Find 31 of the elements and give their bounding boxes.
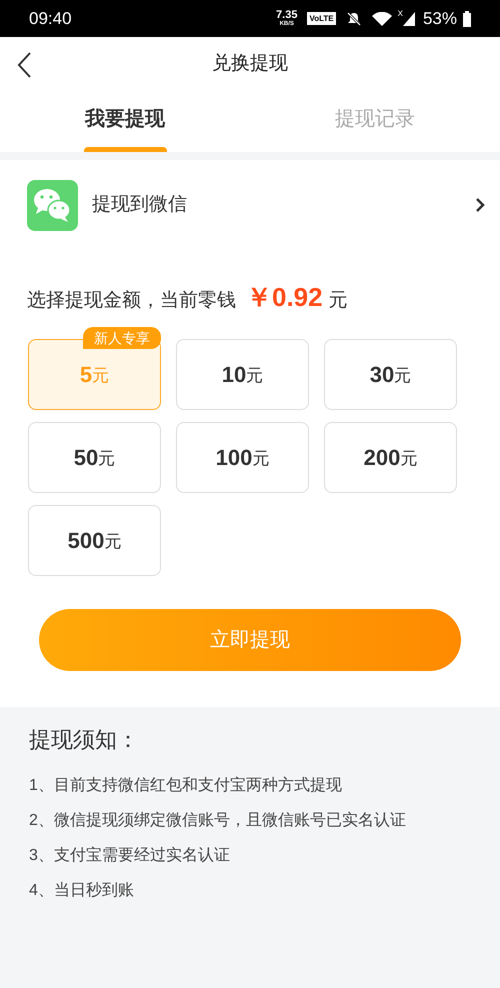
note-item: 3、支付宝需要经过实名认证 xyxy=(29,846,231,866)
chat-bubbles-icon xyxy=(27,180,78,230)
note-item: 2、微信提现须绑定微信账号，且微信账号已实名认证 xyxy=(29,810,407,831)
amount-option[interactable]: 500元 xyxy=(28,505,161,576)
signal-mark: X xyxy=(398,8,403,20)
balance-amount: ￥0.92 xyxy=(246,281,323,314)
withdraw-method-row[interactable]: 提现到微信 xyxy=(0,160,500,250)
battery-percent: 53% xyxy=(422,8,457,30)
signal-icon xyxy=(402,12,415,26)
note-item: 4、当日秒到账 xyxy=(29,881,135,901)
status-time: 09:40 xyxy=(29,8,72,30)
amount-option[interactable]: 200元 xyxy=(324,422,457,493)
page-title: 兑换提现 xyxy=(212,52,288,76)
back-icon[interactable] xyxy=(16,50,32,78)
amount-option[interactable]: 100元 xyxy=(176,422,309,493)
amount-option[interactable]: 30元 xyxy=(324,339,457,410)
notes-title: 提现须知： xyxy=(29,726,140,754)
balance-unit: 元 xyxy=(328,289,348,313)
wifi-icon xyxy=(372,12,392,26)
new-user-badge: 新人专享 xyxy=(83,327,161,349)
amount-option[interactable]: 50元 xyxy=(28,422,161,493)
muted-bell-icon xyxy=(346,10,362,26)
note-item: 1、目前支持微信红包和支付宝两种方式提现 xyxy=(29,776,343,796)
network-speed: 7.35 xyxy=(276,10,298,21)
withdraw-method-label: 提现到微信 xyxy=(92,192,188,217)
battery-icon xyxy=(463,10,471,26)
tab[interactable]: 我要提现 xyxy=(0,92,250,152)
balance-label: 选择提现金额，当前零钱 xyxy=(27,289,236,313)
amount-option[interactable]: 10元 xyxy=(176,339,309,410)
volte-badge: VoLTE xyxy=(307,12,336,25)
chevron-right-icon xyxy=(475,197,485,213)
